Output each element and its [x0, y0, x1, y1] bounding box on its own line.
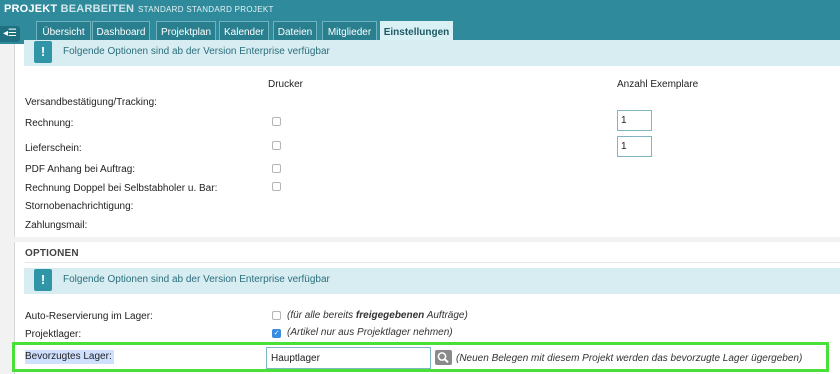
checkbox-projektlager[interactable]: ✓	[272, 329, 281, 338]
info-exclamation-icon: !	[34, 41, 52, 63]
options-section-title: OPTIONEN	[25, 248, 79, 259]
hint-auto-reservierung-bold: freigegebenen	[355, 310, 425, 321]
label-auto-reservierung: Auto-Reservierung im Lager:	[25, 311, 153, 322]
page-title: PROJEKT BEARBEITEN	[4, 3, 134, 15]
label-zahlungsmail: Zahlungsmail:	[25, 220, 88, 231]
enterprise-notice-options: ! Folgende Optionen sind ab der Version …	[24, 268, 840, 294]
checkbox-pdf-anhang[interactable]	[272, 164, 281, 173]
enterprise-notice: ! Folgende Optionen sind ab der Version …	[24, 40, 840, 66]
column-header-anzahl: Anzahl Exemplare	[617, 79, 699, 90]
label-lieferschein: Lieferschein:	[25, 143, 82, 154]
input-bevorzugtes-lager[interactable]: Hauptlager	[266, 347, 431, 369]
checkbox-rechnung-doppel[interactable]	[272, 182, 281, 191]
checkbox-auto-reservierung[interactable]	[272, 311, 281, 320]
page-title-action: BEARBEITEN	[60, 3, 135, 15]
label-projektlager: Projektlager:	[25, 329, 82, 340]
printer-settings-panel	[14, 44, 840, 237]
label-stornobenachrichtigung: Stornobenachrichtigung:	[25, 201, 134, 212]
label-bevorzugtes-lager: Bevorzugtes Lager:	[25, 350, 114, 364]
label-rechnung-doppel: Rechnung Doppel bei Selbstabholer u. Bar…	[25, 183, 218, 194]
magnifier-icon	[437, 352, 449, 364]
hint-auto-reservierung-post: Aufträge)	[424, 310, 468, 321]
label-rechnung: Rechnung:	[25, 118, 74, 129]
label-versandbestaetigung: Versandbestätigung/Tracking:	[25, 97, 157, 108]
hint-projektlager: (Artikel nur aus Projektlager nehmen)	[287, 327, 453, 338]
hint-auto-reservierung-pre: (für alle bereits	[287, 310, 356, 321]
checkbox-lieferschein-drucker[interactable]	[272, 141, 281, 150]
enterprise-notice-options-text: Folgende Optionen sind ab der Version En…	[63, 274, 330, 285]
enterprise-notice-text: Folgende Optionen sind ab der Version En…	[63, 46, 330, 57]
input-lieferschein-anzahl[interactable]: 1	[617, 136, 652, 157]
column-header-drucker: Drucker	[268, 79, 304, 90]
sidebar-toggle-icon[interactable]: ◂☰	[0, 26, 20, 42]
label-pdf-anhang: PDF Anhang bei Auftrag:	[25, 164, 136, 175]
checkbox-rechnung-drucker[interactable]	[272, 117, 281, 126]
top-bar: PROJEKT BEARBEITEN STANDARD STANDARD PRO…	[0, 0, 840, 44]
input-rechnung-anzahl[interactable]: 1	[617, 110, 652, 131]
divider	[25, 262, 840, 263]
project-name: STANDARD STANDARD PROJEKT	[138, 5, 274, 14]
hint-auto-reservierung: (für alle bereits freigegebenen Aufträge…	[287, 310, 468, 321]
page-title-main: PROJEKT	[4, 3, 58, 15]
hint-bevorzugtes-lager: (Neuen Belegen mit diesem Projekt werden…	[456, 353, 803, 364]
info-exclamation-icon: !	[34, 269, 52, 291]
search-icon[interactable]	[435, 350, 452, 365]
